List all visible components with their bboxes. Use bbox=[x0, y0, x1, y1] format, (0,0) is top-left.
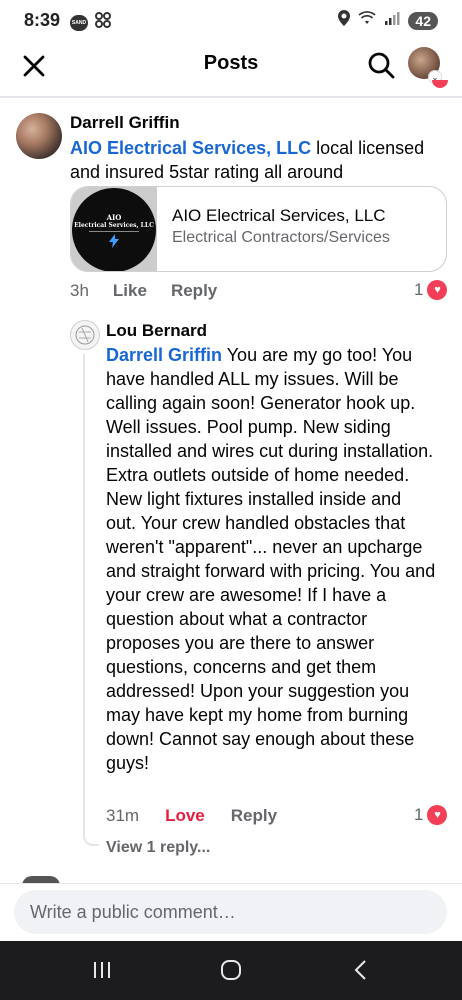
sketch-avatar-icon bbox=[75, 325, 95, 345]
home-button[interactable] bbox=[211, 955, 251, 985]
search-icon bbox=[368, 52, 395, 79]
comment-timestamp: 31m bbox=[106, 806, 140, 825]
back-button[interactable] bbox=[340, 955, 380, 985]
logo-image: AIO Electrical Services, LLC bbox=[72, 188, 156, 271]
comment-text: You are my go too! You have handled ALL … bbox=[106, 345, 436, 773]
view-replies-link[interactable]: View 1 reply... bbox=[106, 839, 210, 857]
comment-body: AIO Electrical Services, LLC local licen… bbox=[70, 136, 440, 184]
reaction-count: 1 bbox=[414, 805, 424, 824]
comment-composer: Write a public comment… bbox=[0, 883, 462, 941]
recent-apps-icon bbox=[94, 962, 110, 978]
reply-button[interactable]: Reply bbox=[171, 281, 217, 301]
search-button[interactable] bbox=[364, 48, 398, 82]
status-time: 8:39 bbox=[24, 10, 61, 30]
system-nav-bar bbox=[0, 941, 462, 1000]
mention-link[interactable]: Darrell Griffin bbox=[106, 345, 222, 365]
comment-timestamp: 3h bbox=[70, 281, 89, 300]
page-logo-thumbnail: AIO Electrical Services, LLC bbox=[71, 187, 157, 271]
lightning-icon bbox=[109, 233, 119, 248]
mention-link[interactable]: AIO Electrical Services, LLC bbox=[70, 138, 311, 158]
comment-actions: 31m Love Reply bbox=[106, 806, 277, 826]
reaction-summary[interactable]: 1 ♥ bbox=[414, 805, 448, 825]
avatar[interactable] bbox=[70, 320, 100, 350]
divider bbox=[0, 96, 462, 98]
reply-button[interactable]: Reply bbox=[231, 806, 277, 826]
like-button[interactable]: Like bbox=[113, 281, 147, 301]
love-button[interactable]: Love bbox=[165, 806, 205, 826]
home-icon bbox=[221, 960, 241, 980]
heart-icon: ♥ bbox=[427, 805, 448, 825]
back-icon bbox=[354, 960, 366, 980]
comment-author[interactable]: Darrell Griffin bbox=[70, 113, 180, 133]
avatar[interactable] bbox=[16, 113, 62, 159]
status-bar: 8:39 SAND 42 bbox=[0, 0, 462, 40]
header-bar: Posts ⌄ bbox=[0, 40, 462, 90]
comment-input[interactable]: Write a public comment… bbox=[14, 890, 447, 934]
status-right-icons: 42 bbox=[338, 10, 438, 31]
location-icon bbox=[338, 10, 351, 31]
card-subtitle: Electrical Contractors/Services bbox=[172, 229, 390, 246]
comment-body: Darrell Griffin You are my go too! You h… bbox=[106, 343, 436, 775]
battery-indicator: 42 bbox=[408, 11, 438, 30]
reaction-summary[interactable]: 1 ♥ bbox=[414, 280, 448, 300]
signal-icon bbox=[384, 11, 400, 30]
app-notification-icon bbox=[94, 11, 112, 34]
thread-connector bbox=[83, 832, 99, 846]
comment-actions: 3h Like Reply bbox=[70, 281, 217, 301]
card-title: AIO Electrical Services, LLC bbox=[172, 206, 386, 225]
wifi-icon bbox=[358, 11, 376, 30]
notification-pill-icon: SAND bbox=[70, 14, 88, 31]
recent-apps-button[interactable] bbox=[82, 955, 122, 985]
comment-author[interactable]: Lou Bernard bbox=[106, 321, 207, 341]
page-link-card[interactable]: AIO Electrical Services, LLC AIO Electri… bbox=[70, 186, 447, 272]
heart-icon: ♥ bbox=[427, 280, 448, 300]
reaction-count: 1 bbox=[414, 280, 424, 299]
thread-line bbox=[83, 354, 85, 834]
status-left-icons: SAND bbox=[70, 11, 112, 34]
